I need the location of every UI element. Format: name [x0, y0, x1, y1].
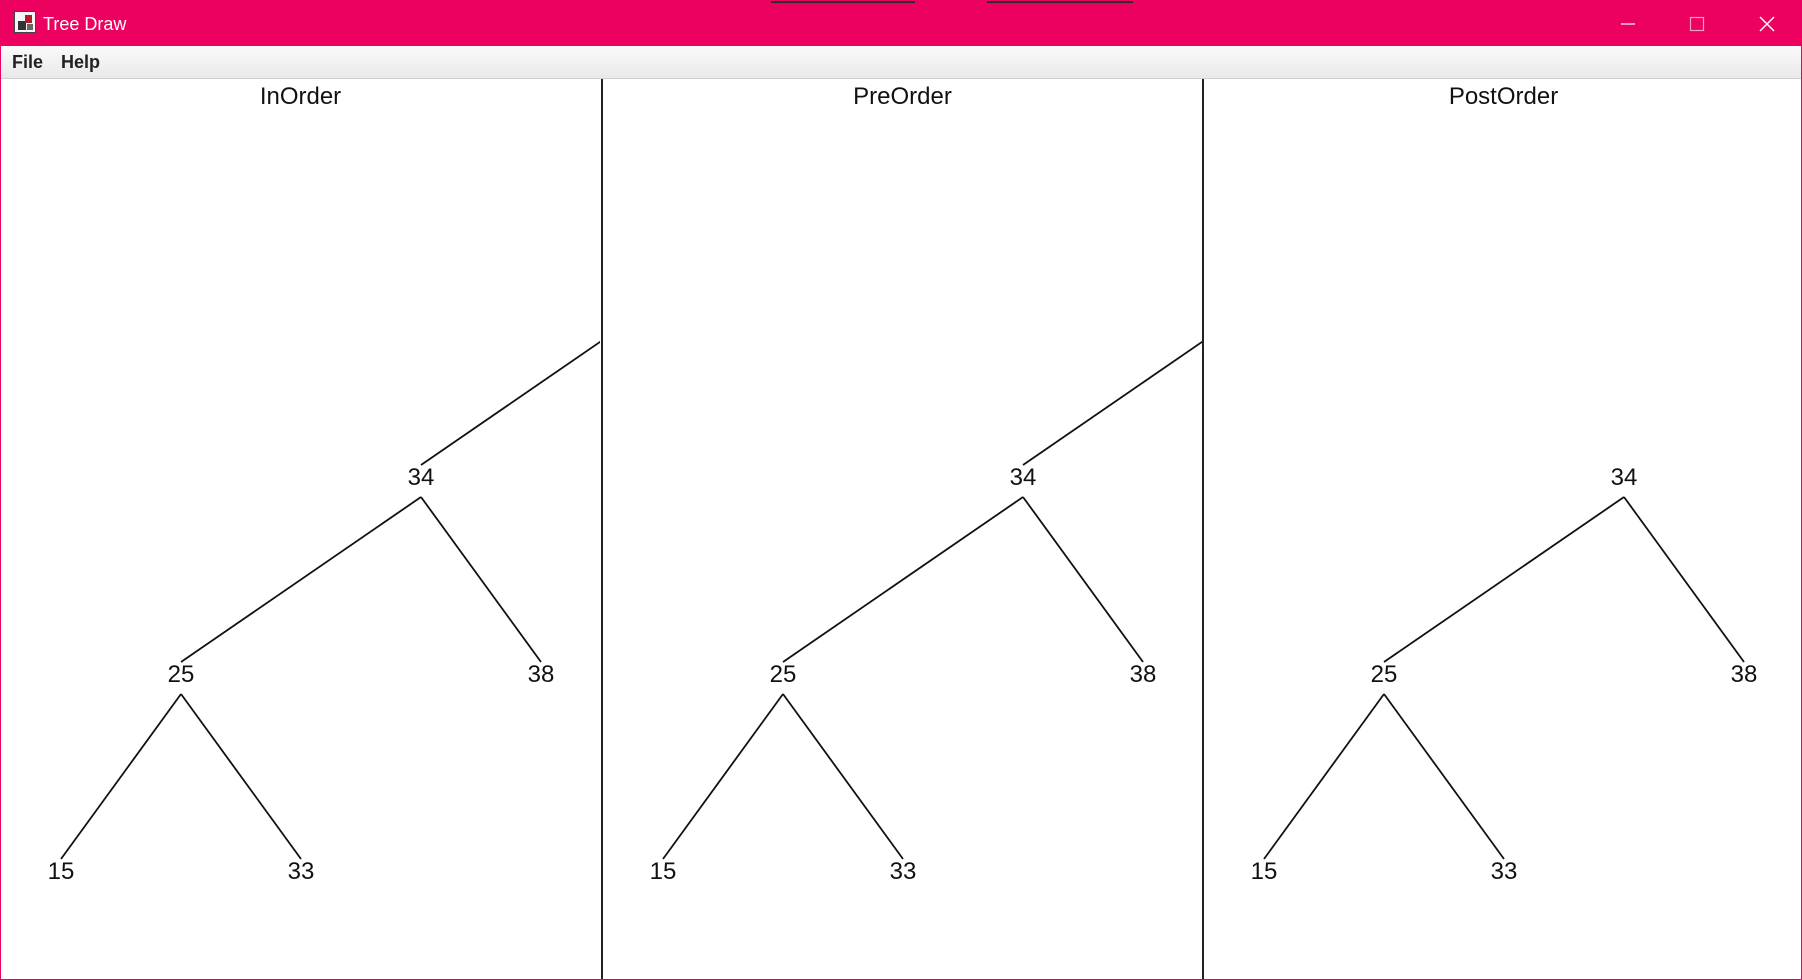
tree-node: 33 [1491, 858, 1518, 885]
panel-inorder: InOrder 50342538651533 [1, 79, 600, 979]
tree-edge [1263, 693, 1385, 860]
tree-node: 34 [1010, 464, 1037, 491]
tree-edge [180, 496, 422, 663]
menu-file[interactable]: File [12, 52, 43, 72]
tree-node: 34 [1611, 464, 1638, 491]
minimize-icon [1621, 22, 1635, 25]
tree-edge [1383, 496, 1625, 663]
close-button[interactable] [1732, 1, 1801, 46]
tree-node: 34 [408, 464, 435, 491]
tree-edge [60, 693, 182, 860]
tree-canvas: 50342538651533 [48, 340, 600, 885]
tree-node: 38 [1731, 661, 1758, 688]
tree-panels: InOrder 50342538651533 PreOrder 50346725… [1, 79, 1801, 979]
tree-node: 15 [650, 858, 677, 885]
title-bar[interactable]: Tree Draw [1, 1, 1801, 46]
tree-edge [420, 496, 542, 663]
panel-postorder: PostOrder 34253865771533 [1204, 79, 1801, 979]
tree-edge [1383, 693, 1505, 860]
tree-node: 25 [168, 661, 195, 688]
tree-canvas: 50346725381533 [650, 340, 1202, 885]
app-icon[interactable] [14, 11, 36, 33]
title-bar-strip [771, 1, 915, 3]
tree-edge [782, 496, 1024, 663]
tree-edge [1022, 340, 1202, 466]
tree-node: 25 [1371, 661, 1398, 688]
maximize-button[interactable] [1662, 1, 1732, 46]
tree-edge [420, 340, 600, 466]
title-bar-strip [987, 1, 1133, 3]
tree-node: 33 [890, 858, 917, 885]
tree-edge [662, 693, 784, 860]
app-window: Tree Draw File Help InOrder 503425386515… [0, 0, 1802, 980]
tree-edge [1022, 496, 1144, 663]
tree-edge [782, 693, 904, 860]
tree-node: 38 [528, 661, 555, 688]
menu-bar: File Help [1, 46, 1801, 79]
panel-preorder: PreOrder 50346725381533 [603, 79, 1202, 979]
minimize-button[interactable] [1593, 1, 1663, 46]
window-title: Tree Draw [43, 14, 127, 34]
tree-node: 38 [1130, 661, 1157, 688]
tree-node: 25 [770, 661, 797, 688]
tree-node: 15 [48, 858, 75, 885]
maximize-icon [1689, 16, 1705, 31]
tree-edge [1623, 496, 1745, 663]
tree-edge [180, 693, 302, 860]
tree-canvas: 34253865771533 [1251, 464, 1758, 885]
tree-node: 15 [1251, 858, 1278, 885]
tree-node: 33 [288, 858, 315, 885]
close-icon [1759, 15, 1775, 32]
menu-help[interactable]: Help [61, 52, 100, 72]
